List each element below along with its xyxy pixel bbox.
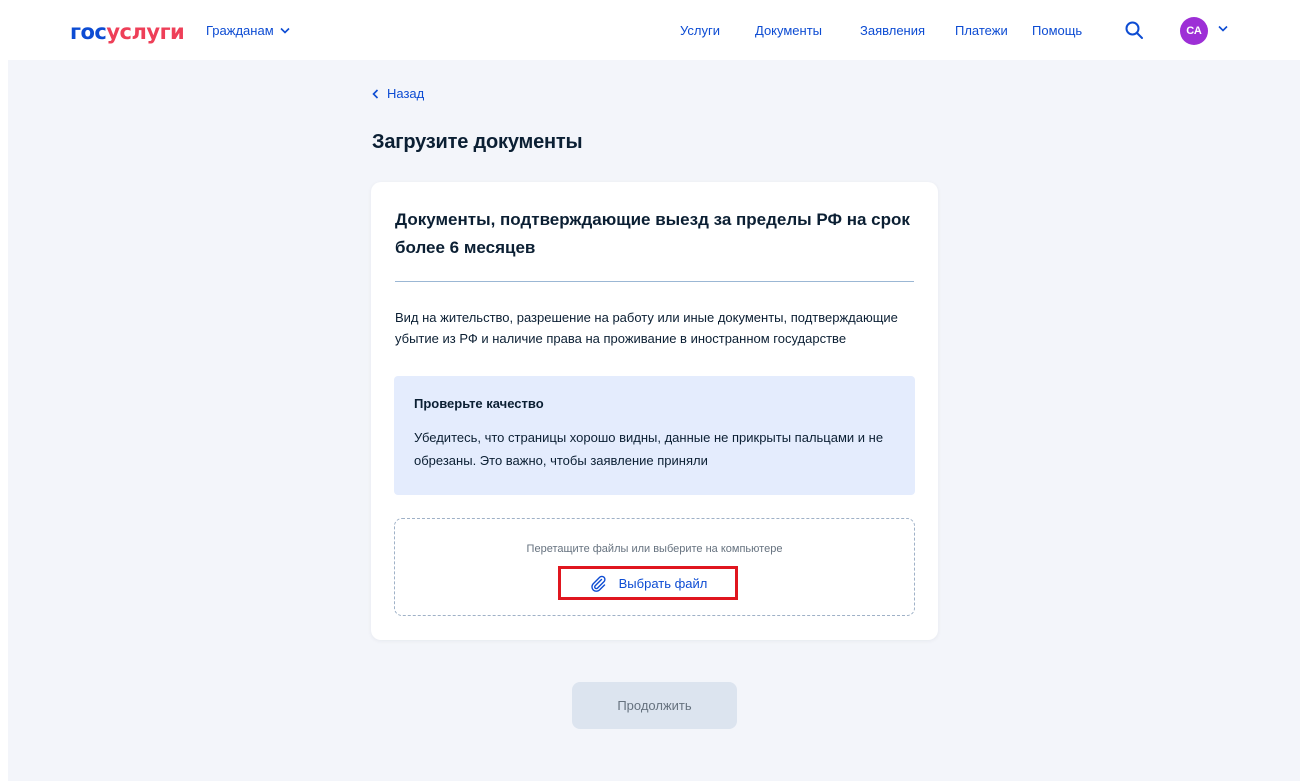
nav-payments[interactable]: Платежи bbox=[955, 23, 1008, 38]
document-description: Вид на жительство, разрешение на работу … bbox=[395, 310, 898, 346]
chevron-left-icon bbox=[372, 88, 379, 99]
audience-selector[interactable]: Гражданам bbox=[206, 23, 290, 38]
page-title: Загрузите документы bbox=[372, 131, 583, 153]
avatar-initials: СА bbox=[1186, 25, 1202, 37]
quality-notice: Проверьте качество Убедитесь, что страни… bbox=[394, 376, 915, 495]
choose-file-button[interactable]: Выбрать файл bbox=[558, 566, 738, 600]
divider bbox=[395, 281, 914, 282]
notice-title: Проверьте качество bbox=[414, 396, 544, 411]
continue-button[interactable]: Продолжить bbox=[572, 682, 737, 729]
nav-help[interactable]: Помощь bbox=[1032, 23, 1082, 38]
nav-documents[interactable]: Документы bbox=[755, 23, 822, 38]
back-link[interactable]: Назад bbox=[372, 86, 424, 101]
notice-text: Убедитесь, что страницы хорошо видны, да… bbox=[414, 430, 884, 468]
logo-part-gos: гос bbox=[70, 20, 107, 44]
upload-card: Документы, подтверждающие выезд за преде… bbox=[371, 182, 938, 640]
paperclip-icon bbox=[590, 575, 606, 592]
back-label: Назад bbox=[387, 86, 425, 101]
nav-applications[interactable]: Заявления bbox=[860, 23, 925, 38]
gosuslugi-logo[interactable]: госуслуги bbox=[70, 19, 185, 45]
dropzone-hint: Перетащите файлы или выберите на компьют… bbox=[526, 543, 783, 555]
audience-label: Гражданам bbox=[206, 23, 274, 38]
avatar[interactable]: СА bbox=[1180, 17, 1208, 45]
file-dropzone[interactable]: Перетащите файлы или выберите на компьют… bbox=[394, 518, 915, 616]
logo-part-uslugi: услуги bbox=[106, 20, 185, 44]
search-icon[interactable] bbox=[1124, 20, 1144, 40]
choose-file-label: Выбрать файл bbox=[618, 575, 708, 591]
nav-services[interactable]: Услуги bbox=[680, 23, 720, 38]
chevron-down-icon[interactable] bbox=[1218, 25, 1228, 32]
document-type-title: Документы, подтверждающие выезд за преде… bbox=[395, 210, 910, 257]
chevron-down-icon bbox=[280, 27, 290, 34]
site-header: госуслуги Гражданам Услуги Документы Зая… bbox=[0, 0, 1303, 60]
